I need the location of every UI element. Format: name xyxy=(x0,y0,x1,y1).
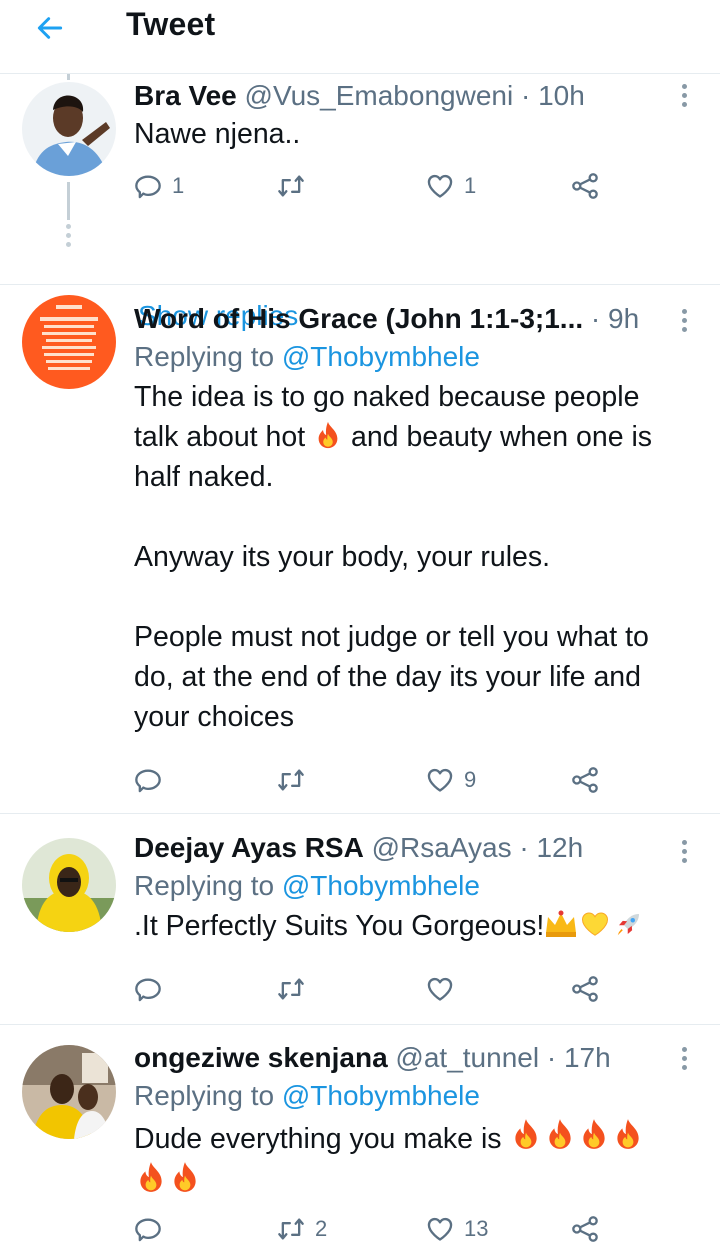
tweet-actions: 1 1 xyxy=(134,168,614,204)
tweet-bra-vee[interactable]: Bra Vee @Vus_Emabongweni · 10h Nawe njen… xyxy=(0,74,720,331)
share-button[interactable] xyxy=(571,168,599,204)
avatar[interactable] xyxy=(22,838,116,932)
replying-to: Replying to @Thobymbhele xyxy=(134,337,680,377)
tweet-text: .It Perfectly Suits You Gorgeous! xyxy=(134,906,680,946)
reply-button[interactable] xyxy=(134,1211,172,1247)
reply-icon xyxy=(134,975,162,1003)
like-icon xyxy=(426,766,454,794)
tweet-actions: 2 13 xyxy=(134,1211,614,1247)
fire-emoji xyxy=(577,1116,611,1152)
replying-prefix: Replying to xyxy=(134,341,275,372)
tweet-text: The idea is to go naked because people t… xyxy=(134,377,680,737)
like-button[interactable]: 9 xyxy=(426,762,476,798)
fire-emoji xyxy=(134,1159,168,1195)
share-icon xyxy=(571,975,599,1003)
tweet-time: · 12h xyxy=(519,832,584,863)
author-name[interactable]: Bra Vee xyxy=(134,80,237,111)
more-vertical-icon[interactable] xyxy=(674,305,694,335)
more-vertical-icon[interactable] xyxy=(674,836,694,866)
fire-emoji xyxy=(543,1116,577,1152)
fire-emoji xyxy=(313,420,343,450)
more-vertical-icon[interactable] xyxy=(674,80,694,110)
reply-icon xyxy=(134,172,162,200)
retweet-button[interactable] xyxy=(277,762,315,798)
fire-emoji xyxy=(611,1116,645,1152)
crown-emoji xyxy=(546,910,577,937)
reply-icon xyxy=(134,766,162,794)
author-handle[interactable]: @RsaAyas xyxy=(372,832,512,863)
thread-line xyxy=(67,74,70,80)
retweet-icon xyxy=(277,1215,305,1243)
retweet-count: 2 xyxy=(315,1216,328,1241)
tweet-time: · 10h xyxy=(520,80,585,111)
thread-line xyxy=(67,182,70,220)
reply-icon xyxy=(134,1215,162,1243)
tweet-time: · 9h xyxy=(590,303,640,334)
retweet-button[interactable]: 2 xyxy=(277,1211,327,1247)
tweet-time: · 17h xyxy=(546,1042,611,1073)
more-vertical-icon[interactable] xyxy=(674,1043,694,1073)
avatar[interactable] xyxy=(22,295,116,389)
back-arrow-icon[interactable] xyxy=(30,8,70,48)
tweet-word-of-his-grace[interactable]: Word of His Grace (John 1:1-3;1... · 9h … xyxy=(0,285,720,814)
replying-to: Replying to @Thobymbhele xyxy=(134,866,680,906)
share-icon xyxy=(571,172,599,200)
top-bar: Tweet xyxy=(0,0,720,74)
tweet-text-part: Dude everything you make is xyxy=(134,1123,502,1155)
retweet-icon xyxy=(277,172,305,200)
share-icon xyxy=(571,766,599,794)
like-icon xyxy=(426,172,454,200)
mention-link[interactable]: @Thobymbhele xyxy=(282,341,480,372)
page-title: Tweet xyxy=(126,6,216,42)
retweet-icon xyxy=(277,766,305,794)
replying-to: Replying to @Thobymbhele xyxy=(134,1076,680,1116)
fire-emoji xyxy=(509,1116,543,1152)
tweet-text-part: .It Perfectly Suits You Gorgeous! xyxy=(134,910,545,942)
yellow-heart-emoji xyxy=(582,912,609,936)
tweet-text: Nawe njena.. xyxy=(134,118,301,150)
avatar[interactable] xyxy=(22,82,116,176)
share-icon xyxy=(571,1215,599,1243)
mention-link[interactable]: @Thobymbhele xyxy=(282,870,480,901)
share-button[interactable] xyxy=(571,762,599,798)
like-button[interactable]: 13 xyxy=(426,1211,488,1247)
like-icon xyxy=(426,975,454,1003)
author-name[interactable]: ongeziwe skenjana xyxy=(134,1042,388,1073)
thread-dots xyxy=(66,224,71,247)
reply-button[interactable] xyxy=(134,762,172,798)
like-button[interactable]: 1 xyxy=(426,168,476,204)
tweet-ongeziwe-skenjana[interactable]: ongeziwe skenjana @at_tunnel · 17h Reply… xyxy=(0,1025,720,1259)
fire-emoji xyxy=(168,1159,202,1195)
tweet-deejay-ayas[interactable]: Deejay Ayas RSA @RsaAyas · 12h Replying … xyxy=(0,814,720,1025)
share-button[interactable] xyxy=(571,1211,599,1247)
author-handle[interactable]: @Vus_Emabongweni xyxy=(245,80,514,111)
like-button[interactable] xyxy=(426,971,464,1007)
tweet-actions: 9 xyxy=(134,762,614,798)
mention-link[interactable]: @Thobymbhele xyxy=(282,1080,480,1111)
replying-prefix: Replying to xyxy=(134,1080,275,1111)
like-count: 9 xyxy=(464,767,477,792)
tweet-text-part: and beauty when one is half naked. Anywa… xyxy=(134,421,653,733)
tweet-actions xyxy=(134,971,614,1007)
like-icon xyxy=(426,1215,454,1243)
reply-count: 1 xyxy=(172,173,185,198)
avatar[interactable] xyxy=(22,1045,116,1139)
like-count: 13 xyxy=(464,1216,489,1241)
like-count: 1 xyxy=(464,173,477,198)
retweet-button[interactable] xyxy=(277,168,315,204)
author-name[interactable]: Word of His Grace (John 1:1-3;1... xyxy=(134,303,583,334)
reply-button[interactable]: 1 xyxy=(134,168,184,204)
author-handle[interactable]: @at_tunnel xyxy=(395,1042,539,1073)
share-button[interactable] xyxy=(571,971,599,1007)
reply-button[interactable] xyxy=(134,971,172,1007)
rocket-emoji xyxy=(618,914,640,936)
author-name[interactable]: Deejay Ayas RSA xyxy=(134,832,364,863)
retweet-icon xyxy=(277,975,305,1003)
tweet-text: Dude everything you make is xyxy=(134,1116,680,1202)
replying-prefix: Replying to xyxy=(134,870,275,901)
retweet-button[interactable] xyxy=(277,971,315,1007)
